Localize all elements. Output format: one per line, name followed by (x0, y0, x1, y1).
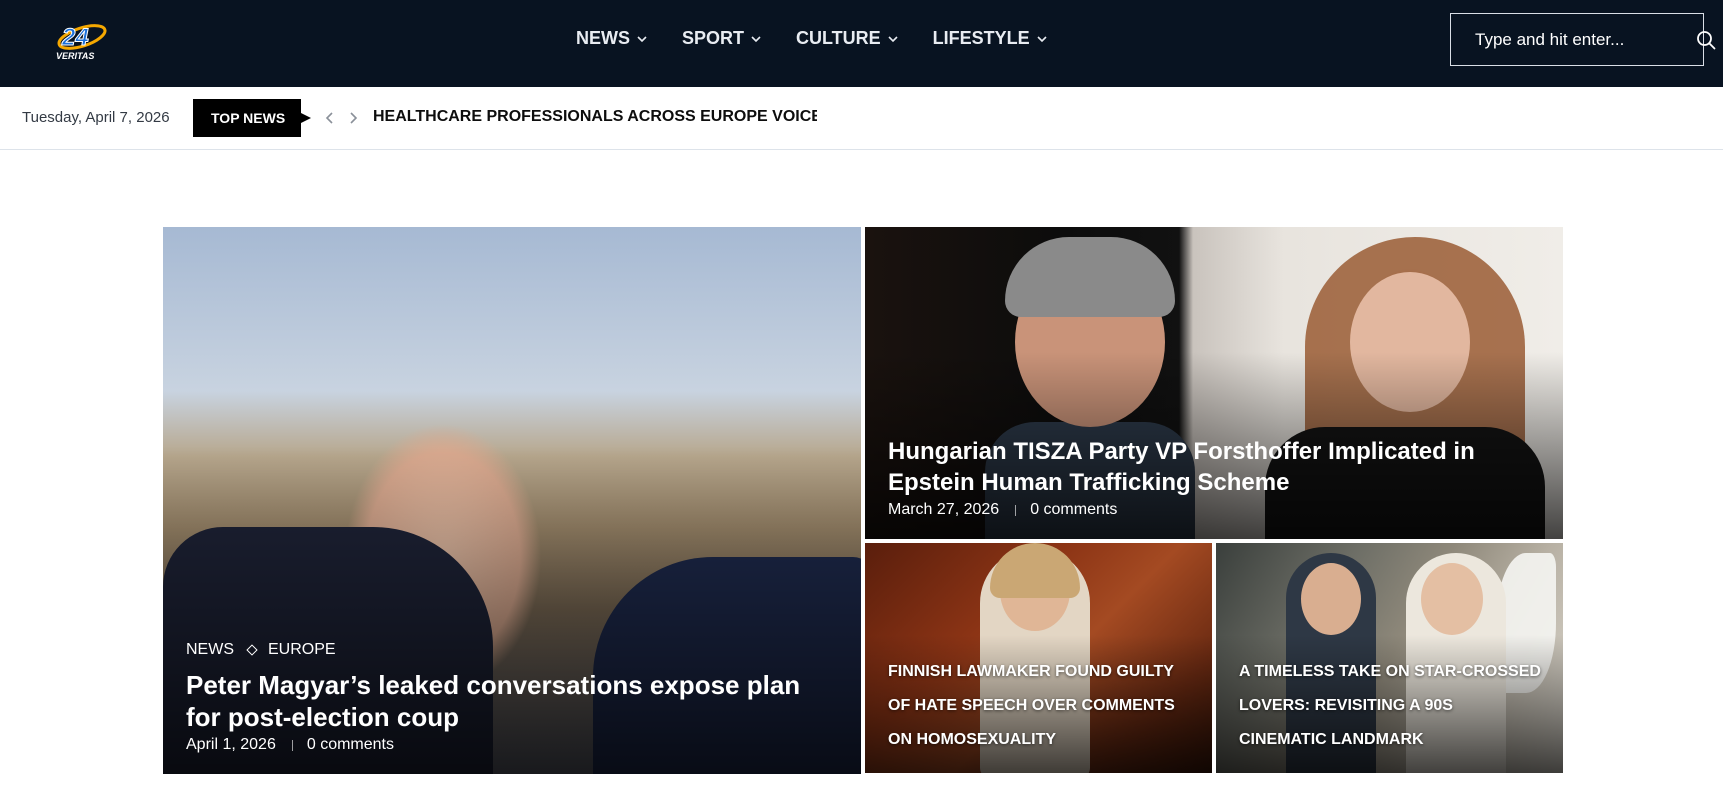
chevron-down-icon (888, 35, 898, 42)
featured-article-main[interactable]: NEWS EUROPE Peter Magyar’s leaked conver… (163, 227, 861, 774)
meta-separator (1015, 504, 1017, 516)
search-box (1450, 13, 1716, 66)
article-title[interactable]: Peter Magyar’s leaked conversations expo… (186, 669, 839, 733)
chevron-right-icon[interactable] (346, 110, 360, 126)
featured-article-small[interactable]: FINNISH LAWMAKER FOUND GUILTY OF HATE SP… (865, 543, 1212, 773)
nav-label: CULTURE (796, 28, 881, 48)
photo-figure (990, 543, 1080, 598)
chevron-down-icon (637, 35, 647, 42)
tag-europe[interactable]: EUROPE (268, 641, 336, 659)
article-date: March 27, 2026 (888, 501, 1000, 518)
article-title[interactable]: A TIMELESS TAKE ON STAR-CROSSED LOVERS: … (1239, 655, 1541, 757)
site-header: 24 VERITAS NEWS SPORT CULTURE LIFESTYLE (0, 0, 1723, 87)
search-icon (1697, 30, 1716, 49)
article-comments[interactable]: 0 comments (1030, 501, 1117, 519)
article-title[interactable]: Hungarian TISZA Party VP Forsthoffer Imp… (888, 436, 1541, 498)
chevron-left-icon[interactable] (323, 110, 337, 126)
article-meta: March 27, 2026 0 comments (888, 501, 1541, 519)
tag-news[interactable]: NEWS (186, 641, 234, 659)
photo-figure (1421, 563, 1483, 635)
search-input[interactable] (1451, 14, 1696, 65)
nav-label: NEWS (576, 28, 630, 48)
nav-label: SPORT (682, 28, 745, 48)
nav-item-sport[interactable]: SPORT (682, 28, 761, 49)
search-button[interactable] (1696, 14, 1716, 65)
current-date: Tuesday, April 7, 2026 (22, 109, 170, 126)
meta-separator (291, 739, 293, 751)
ticker-label: TOP NEWS (193, 99, 311, 137)
diamond-separator-icon (246, 644, 258, 656)
ticker-headline[interactable]: HEALTHCARE PROFESSIONALS ACROSS EUROPE V… (373, 108, 817, 126)
chevron-down-icon (1037, 35, 1047, 42)
nav-item-culture[interactable]: CULTURE (796, 28, 898, 49)
photo-figure (1005, 237, 1175, 317)
nav-item-lifestyle[interactable]: LIFESTYLE (933, 28, 1047, 49)
article-comments[interactable]: 0 comments (307, 736, 394, 754)
chevron-down-icon (751, 35, 761, 42)
article-tags: NEWS EUROPE (186, 641, 839, 659)
nav-label: LIFESTYLE (932, 28, 1030, 48)
main-nav: NEWS SPORT CULTURE LIFESTYLE (576, 0, 1082, 77)
article-meta: April 1, 2026 0 comments (186, 736, 839, 754)
nav-item-news[interactable]: NEWS (576, 28, 647, 49)
featured-article-wide[interactable]: Hungarian TISZA Party VP Forsthoffer Imp… (865, 227, 1563, 539)
featured-article-small[interactable]: A TIMELESS TAKE ON STAR-CROSSED LOVERS: … (1216, 543, 1563, 773)
photo-figure (1301, 563, 1361, 635)
svg-text:24: 24 (61, 24, 89, 51)
news-ticker: Tuesday, April 7, 2026 TOP NEWS HEALTHCA… (0, 87, 1723, 150)
logo-icon: 24 VERITAS (56, 24, 107, 61)
article-title[interactable]: FINNISH LAWMAKER FOUND GUILTY OF HATE SP… (888, 655, 1190, 757)
site-logo[interactable]: 24 VERITAS (52, 15, 116, 63)
article-date: April 1, 2026 (186, 736, 276, 753)
svg-text:VERITAS: VERITAS (56, 51, 94, 61)
